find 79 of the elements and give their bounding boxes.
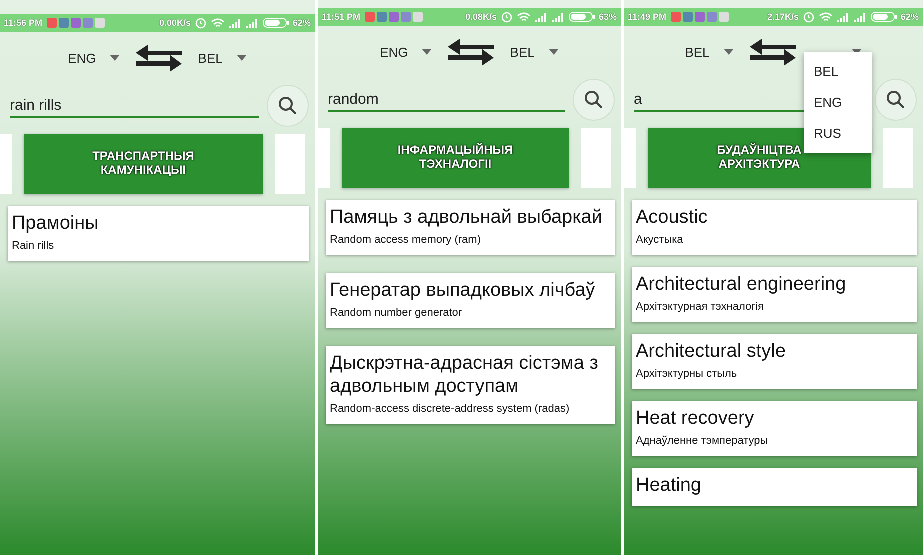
notification-icons-drawing	[670, 12, 729, 22]
result-card[interactable]: Памяць з адвольнай выбаркай Random access memory (ram)	[326, 200, 615, 256]
status-time: 11:49 PM	[628, 12, 667, 22]
signal-icon	[836, 12, 850, 22]
search-button[interactable]	[267, 85, 309, 127]
swap-arrows-icon[interactable]	[748, 37, 798, 67]
battery-percent: 62%	[900, 12, 919, 22]
search-button[interactable]	[875, 79, 917, 121]
notification-icons-drawing	[364, 12, 423, 22]
status-time: 11:51 PM	[322, 12, 361, 22]
wifi-icon	[818, 12, 833, 22]
wifi-icon	[210, 18, 225, 28]
category-button[interactable]: ТРАНСПАРТНЫЯ КАМУНІКАЦЫІ	[24, 134, 263, 194]
result-card[interactable]: Прамоіны Rain rills	[8, 206, 309, 262]
search-icon	[886, 90, 906, 110]
network-speed: 0.00K/s	[159, 18, 191, 28]
result-card[interactable]: Heating	[632, 468, 917, 506]
network-speed: 2.17K/s	[767, 12, 799, 22]
signal-icon	[228, 18, 242, 28]
source-language[interactable]: BEL	[685, 44, 710, 60]
result-card[interactable]: Heat recovery Аднаўленне тэмпературы	[632, 401, 917, 456]
result-card[interactable]: Architectural style Архітэктурны стыль	[632, 334, 917, 390]
result-term: Acoustic	[636, 207, 709, 230]
result-term: Heat recovery	[636, 408, 756, 432]
status-time: 11:56 PM	[4, 18, 43, 28]
result-translation: Акустыка	[636, 232, 684, 248]
caret-icon	[724, 49, 734, 55]
signal-icon	[552, 12, 565, 22]
search-icon	[278, 96, 298, 116]
target-language[interactable]: BEL	[510, 44, 535, 60]
search-field[interactable]: rain rills	[10, 94, 259, 118]
result-term: Architectural engineering	[636, 274, 848, 297]
wifi-icon	[516, 12, 531, 22]
caret-icon	[110, 55, 120, 61]
source-language[interactable]: ENG	[380, 44, 408, 60]
battery-icon	[262, 18, 289, 28]
result-translation: Аднаўленне тэмпературы	[636, 434, 770, 448]
result-card[interactable]: Acoustic Акустыка	[632, 200, 917, 256]
target-language[interactable]: BEL	[198, 50, 223, 66]
search-field[interactable]: random	[328, 88, 565, 112]
language-option[interactable]: RUS	[804, 118, 872, 149]
result-term: Генератар выпадковых лічбаў	[330, 280, 596, 303]
result-term: Прамоіны	[12, 213, 100, 236]
battery-percent: 62%	[292, 18, 311, 28]
battery-percent: 63%	[598, 12, 617, 22]
caret-icon	[548, 49, 559, 55]
result-term: Дыскрэтна-адрасная сістэма з адвольным доступам	[330, 353, 600, 399]
language-option[interactable]: BEL	[804, 56, 872, 87]
result-translation: Random-access discrete-address system (radas)	[330, 402, 571, 416]
result-translation: Архітэктурны стыль	[636, 366, 738, 382]
result-translation: Random access memory (ram)	[330, 232, 482, 248]
signal-icon	[534, 12, 548, 22]
caret-icon	[236, 55, 247, 61]
alarm-icon	[802, 11, 815, 23]
result-term: Памяць з адвольнай выбаркай	[330, 207, 604, 230]
caret-icon	[422, 49, 432, 55]
swap-arrows-icon[interactable]	[134, 43, 184, 73]
swap-arrows-icon[interactable]	[446, 37, 496, 67]
signal-icon	[854, 12, 867, 22]
notification-icons-drawing	[46, 18, 105, 28]
alarm-icon	[194, 17, 207, 29]
result-term: Architectural style	[636, 341, 787, 364]
battery-icon	[870, 12, 897, 22]
signal-icon	[246, 18, 259, 28]
language-option[interactable]: ENG	[804, 87, 872, 118]
alarm-icon	[500, 11, 513, 23]
search-button[interactable]	[573, 79, 615, 121]
result-term: Heating	[636, 475, 702, 498]
battery-icon	[568, 12, 595, 22]
network-speed: 0.08K/s	[465, 12, 497, 22]
result-translation: Архітэктурная тэхналогія	[636, 300, 766, 314]
source-language[interactable]: ENG	[68, 50, 96, 66]
result-translation: Rain rills	[12, 238, 56, 254]
category-button[interactable]: ІНФАРМАЦЫЙНЫЯ ТЭХНАЛОГІІ	[342, 128, 569, 188]
result-translation: Random number generator	[330, 306, 464, 320]
search-icon	[584, 90, 604, 110]
result-card[interactable]: Генератар выпадковых лічбаў Random number generator	[326, 273, 615, 328]
result-card[interactable]: Дыскрэтна-адрасная сістэма з адвольным доступам Random-access discrete-address system (radas)	[326, 346, 615, 424]
result-card[interactable]: Architectural engineering Архітэктурная тэхналогія	[632, 267, 917, 322]
